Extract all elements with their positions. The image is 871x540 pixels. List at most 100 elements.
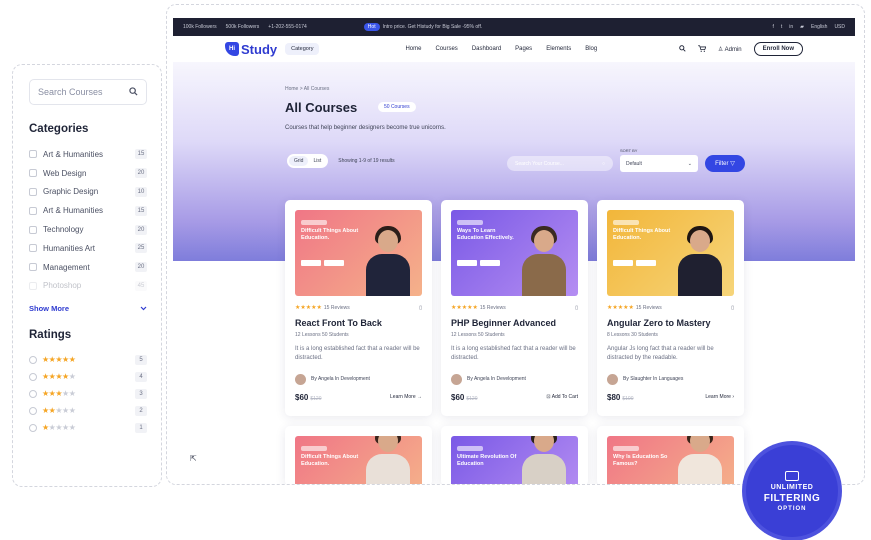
cart-icon[interactable] [698,44,707,54]
category-checkbox[interactable] [29,206,37,215]
star-rating-icon: ★★★★★ [42,406,76,416]
course-card[interactable]: Difficult Things About Education. ★★★★★ 1… [597,200,744,416]
star-rating-icon: ★★★★★ [42,389,76,399]
screenshot-stage: Search Courses Categories Art & Humaniti… [0,0,871,540]
nav-item-courses[interactable]: Courses [435,46,457,52]
category-item[interactable]: Web Design 20 [29,164,147,183]
category-checkbox[interactable] [29,150,37,159]
learn-more-link[interactable]: Learn More › [705,394,734,400]
nav-item-elements[interactable]: Elements [546,46,571,52]
search-icon[interactable]: ○ [602,161,605,167]
action-label: Learn More [705,394,731,401]
thumbnail-title: Difficult Things About Education. [301,454,359,468]
twitter-icon[interactable]: t [781,24,782,30]
nav-item-dashboard[interactable]: Dashboard [472,46,501,52]
currency-select[interactable]: USD [834,24,845,30]
category-label: Technology [43,225,84,235]
language-select[interactable]: English [811,24,827,30]
view-controls: Grid List Showing 1-9 of 19 results [287,154,395,168]
rating-option[interactable]: ★★★★★ 3 [29,385,147,402]
category-item[interactable]: Art & Humanities 15 [29,201,147,220]
category-item[interactable]: Art & Humanities 15 [29,145,147,164]
filter-sidebar: Search Courses Categories Art & Humaniti… [12,64,162,487]
course-card[interactable]: Ultimate Revolution Of Education [441,426,588,484]
action-label: Add To Cart [551,394,578,401]
bookmark-icon[interactable]: ▯ [575,305,578,311]
bookmark-icon[interactable]: ▯ [419,305,422,311]
rating-radio[interactable] [29,423,37,432]
action-label: Learn More [390,394,416,401]
course-card[interactable]: Ways To Learn Education Effectively. ★★★… [441,200,588,416]
rating-radio[interactable] [29,406,37,415]
category-count: 20 [135,262,147,273]
course-info: 8 Lessons 30 Students [607,332,658,338]
grid-view-button[interactable]: Grid [289,156,309,166]
course-card[interactable]: Difficult Things About Education. ★★★★★ 1… [285,200,432,416]
sidebar-search-placeholder: Search Courses [38,87,103,97]
enroll-now-button[interactable]: Enroll Now [753,42,803,56]
category-item[interactable]: Technology 20 [29,220,147,239]
rating-radio[interactable] [29,389,37,398]
course-thumbnail[interactable]: Ultimate Revolution Of Education [451,436,578,484]
category-item[interactable]: Photoshop 45 [29,277,147,296]
search-icon[interactable] [679,44,686,54]
course-card[interactable]: Difficult Things About Education. [285,426,432,484]
course-title[interactable]: Angular Zero to Mastery [607,318,734,328]
sort-select[interactable]: Default ⌄ [620,155,698,172]
avatar [451,373,462,385]
user-menu[interactable]: ♙ Admin [718,46,742,53]
nav-item-pages[interactable]: Pages [515,46,532,52]
promo-banner[interactable]: Hot Intro price. Get Histudy for Big Sal… [363,23,482,31]
course-info: 12 Lessons 50 Students [451,332,505,338]
course-thumbnail[interactable]: Ways To Learn Education Effectively. [451,210,578,296]
course-search-input[interactable]: Search Your Course... ○ [507,156,613,171]
chevron-down-icon: ⌄ [687,160,692,167]
bookmark-icon[interactable]: ▯ [731,305,734,311]
course-thumbnail[interactable]: Difficult Things About Education. [295,436,422,484]
rating-option[interactable]: ★★★★★ 2 [29,402,147,419]
course-thumbnail[interactable]: Difficult Things About Education. [607,210,734,296]
user-name: Admin [724,46,742,53]
course-title[interactable]: React Front To Back [295,318,422,328]
category-count: 45 [135,280,147,291]
instructor-photo [522,436,566,484]
rating-radio[interactable] [29,355,37,364]
category-checkbox[interactable] [29,263,37,272]
rating-option[interactable]: ★★★★★ 4 [29,368,147,385]
star-rating-icon: ★★★★★ [607,305,634,311]
category-checkbox[interactable] [29,244,37,253]
course-title[interactable]: PHP Beginner Advanced [451,318,578,328]
category-button[interactable]: Category [285,43,320,55]
nav-item-home[interactable]: Home [405,46,421,52]
rating-option[interactable]: ★★★★★ 5 [29,351,147,368]
category-checkbox[interactable] [29,281,37,290]
review-row: ★★★★★ 15 Reviews ▯ [607,304,734,312]
show-more-link[interactable]: Show More [29,304,147,313]
category-checkbox[interactable] [29,225,37,234]
course-thumbnail[interactable]: Why Is Education So Famous? [607,436,734,484]
category-count: 10 [135,186,147,197]
search-icon[interactable] [129,86,138,98]
sidebar-search-input[interactable]: Search Courses [29,79,147,105]
followers-text: 100k Followers [183,24,217,30]
category-item[interactable]: Management 20 [29,258,147,277]
linkedin-icon[interactable]: in [789,24,793,30]
facebook-icon[interactable]: f [772,24,773,30]
rating-radio[interactable] [29,372,37,381]
website-frame: 100k Followers 500k Followers +1-202-555… [166,4,865,485]
course-card[interactable]: Why Is Education So Famous? [597,426,744,484]
learn-more-link[interactable]: Learn More → [390,394,422,400]
seal-line-3: OPTION [777,505,807,512]
nav-item-blog[interactable]: Blog [585,46,597,52]
site-logo[interactable]: Hi Study [225,42,277,57]
category-item[interactable]: Humanities Art 25 [29,239,147,258]
category-item[interactable]: Graphic Design 10 [29,183,147,202]
category-checkbox[interactable] [29,169,37,178]
instructor-photo [678,436,722,484]
filter-button[interactable]: Filter ▽ [705,155,745,172]
rating-option[interactable]: ★★★★★ 1 [29,419,147,436]
list-view-button[interactable]: List [308,156,326,166]
course-thumbnail[interactable]: Difficult Things About Education. [295,210,422,296]
add-to-cart-link[interactable]: ⊡ Add To Cart [546,394,578,400]
category-checkbox[interactable] [29,187,37,196]
